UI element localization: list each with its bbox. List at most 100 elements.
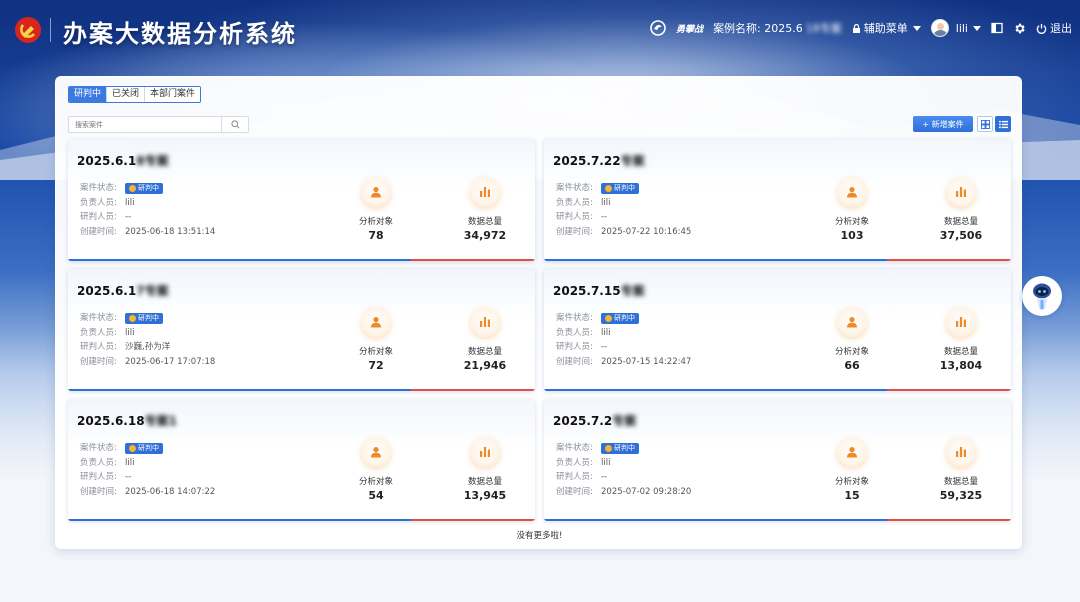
status-text: 研判中: [614, 184, 635, 192]
grid-view-button[interactable]: [977, 116, 993, 132]
case-title-blurred: 专案: [612, 414, 637, 428]
analyst-value: --: [601, 212, 608, 223]
search-button[interactable]: [221, 117, 248, 132]
gear-icon[interactable]: [1013, 22, 1026, 35]
owner-label: 负责人员:: [80, 327, 117, 338]
bar-chart-icon: [470, 307, 500, 337]
header-divider: [50, 18, 51, 42]
stat-analysis-objects: 分析对象 54: [336, 437, 416, 502]
status-dot-icon: [129, 184, 136, 192]
analyst-value: --: [125, 212, 132, 223]
avatar: [930, 19, 949, 37]
search-icon: [230, 120, 239, 129]
owner-label: 负责人员:: [80, 197, 117, 208]
party-emblem-icon: [15, 17, 41, 43]
case-owner-row: 负责人员: lili: [80, 326, 215, 341]
stat-data-total: 数据总量 21,946: [445, 307, 525, 372]
stat-objects-value: 72: [368, 359, 384, 372]
system-title: 办案大数据分析系统: [63, 20, 297, 48]
stat-analysis-objects: 分析对象 78: [336, 177, 416, 242]
status-dot-icon: [129, 314, 136, 322]
status-text: 研判中: [138, 314, 159, 322]
case-title: 2025.7.2专案: [553, 412, 636, 429]
stat-total-label: 数据总量: [943, 477, 978, 487]
card-accent-bar-blue: [544, 259, 887, 261]
stat-data-total: 数据总量 13,804: [921, 307, 1001, 372]
robot-assistant-button[interactable]: [1022, 276, 1062, 316]
stat-objects-value: 66: [844, 359, 860, 372]
analyst-label: 研判人员:: [556, 342, 593, 353]
stat-objects-label: 分析对象: [834, 347, 869, 357]
case-title-blurred: 专案: [620, 154, 645, 168]
analyst-value: --: [125, 472, 132, 483]
case-status-row: 案件状态: 研判中: [80, 181, 215, 196]
case-status-row: 案件状态: 研判中: [80, 311, 215, 326]
assist-menu[interactable]: 辅助菜单: [852, 20, 921, 36]
case-info: 案件状态: 研判中 负责人员: lili 研判人员: -- 创建时间: 2025…: [556, 311, 691, 369]
case-info: 案件状态: 研判中 负责人员: lili 研判人员: -- 创建时间: 2025…: [556, 441, 691, 499]
tab-closed[interactable]: 已关闭: [107, 87, 146, 102]
status-dot-icon: [605, 314, 612, 322]
case-title-text: 2025.7.22: [553, 154, 621, 168]
power-icon: [1036, 23, 1047, 34]
created-label: 创建时间:: [80, 486, 117, 497]
card-accent-bar-blue: [68, 259, 411, 261]
case-created-row: 创建时间: 2025-07-15 14:22:47: [556, 355, 691, 370]
stat-analysis-objects: 分析对象 72: [336, 307, 416, 372]
stat-total-value: 21,946: [463, 359, 507, 372]
case-status-row: 案件状态: 研判中: [556, 181, 691, 196]
stat-objects-label: 分析对象: [358, 217, 393, 227]
owner-value: lili: [125, 327, 135, 338]
case-title-text: 2025.6.1: [77, 284, 137, 298]
add-case-button[interactable]: + 新增案件: [913, 116, 973, 132]
logout-button[interactable]: 退出: [1036, 20, 1072, 36]
stat-objects-value: 103: [840, 229, 864, 242]
owner-value: lili: [125, 457, 135, 468]
stat-objects-value: 15: [844, 489, 860, 502]
case-title-blurred: 专案: [620, 284, 645, 298]
list-view-button[interactable]: [995, 116, 1011, 132]
case-created-row: 创建时间: 2025-06-18 14:07:22: [80, 485, 215, 500]
case-card[interactable]: 2025.6.17专案 案件状态: 研判中 负责人员: lili 研判人员: 沙…: [68, 269, 535, 391]
search-input[interactable]: [69, 120, 221, 129]
tab-department[interactable]: 本部门案件: [145, 87, 201, 102]
card-accent-bar-red: [887, 259, 1011, 261]
sidebar-toggle-icon[interactable]: [991, 22, 1003, 34]
status-label: 案件状态:: [556, 183, 593, 193]
analyst-value: --: [601, 342, 608, 353]
case-owner-row: 负责人员: lili: [80, 456, 215, 471]
case-info: 案件状态: 研判中 负责人员: lili 研判人员: -- 创建时间: 2025…: [80, 181, 215, 239]
owner-label: 负责人员:: [556, 197, 593, 208]
user-menu[interactable]: lili: [930, 19, 981, 37]
case-card[interactable]: 2025.7.22专案 案件状态: 研判中 负责人员: lili 研判人员: -…: [544, 139, 1011, 261]
owner-value: lili: [601, 197, 611, 208]
created-value: 2025-06-17 17:07:18: [125, 356, 216, 367]
case-title-text: 2025.6.18: [77, 414, 145, 428]
case-title: 2025.7.15专案: [553, 282, 645, 299]
grid-icon: [980, 119, 990, 129]
owner-label: 负责人员:: [556, 457, 593, 468]
owner-label: 负责人员:: [556, 327, 593, 338]
chevron-down-icon: [973, 25, 981, 31]
case-name-selector[interactable]: 案例名称: 2025.6 18专案: [713, 20, 842, 36]
stat-data-total: 数据总量 34,972: [445, 177, 525, 242]
created-label: 创建时间:: [556, 356, 593, 367]
case-card[interactable]: 2025.6.18专案 案件状态: 研判中 负责人员: lili 研判人员: -…: [68, 139, 535, 261]
stat-analysis-objects: 分析对象 103: [812, 177, 892, 242]
case-title-text: 2025.6.1: [77, 154, 137, 168]
stat-objects-value: 54: [368, 489, 384, 502]
brand-logo-text: 勇攀战: [676, 24, 704, 35]
case-card[interactable]: 2025.6.18专案1 案件状态: 研判中 负责人员: lili 研判人员: …: [68, 399, 535, 521]
case-created-row: 创建时间: 2025-06-18 13:51:14: [80, 225, 215, 240]
case-status-row: 案件状态: 研判中: [556, 311, 691, 326]
created-value: 2025-07-02 09:28:20: [601, 486, 692, 497]
case-created-row: 创建时间: 2025-06-17 17:07:18: [80, 355, 215, 370]
person-icon: [837, 437, 867, 467]
case-title-text: 2025.7.2: [553, 414, 613, 428]
case-card[interactable]: 2025.7.2专案 案件状态: 研判中 负责人员: lili 研判人员: --…: [544, 399, 1011, 521]
bar-chart-icon: [946, 437, 976, 467]
stat-analysis-objects: 分析对象 66: [812, 307, 892, 372]
tab-in-progress[interactable]: 研判中: [69, 87, 108, 102]
case-card[interactable]: 2025.7.15专案 案件状态: 研判中 负责人员: lili 研判人员: -…: [544, 269, 1011, 391]
stat-data-total: 数据总量 59,325: [921, 437, 1001, 502]
